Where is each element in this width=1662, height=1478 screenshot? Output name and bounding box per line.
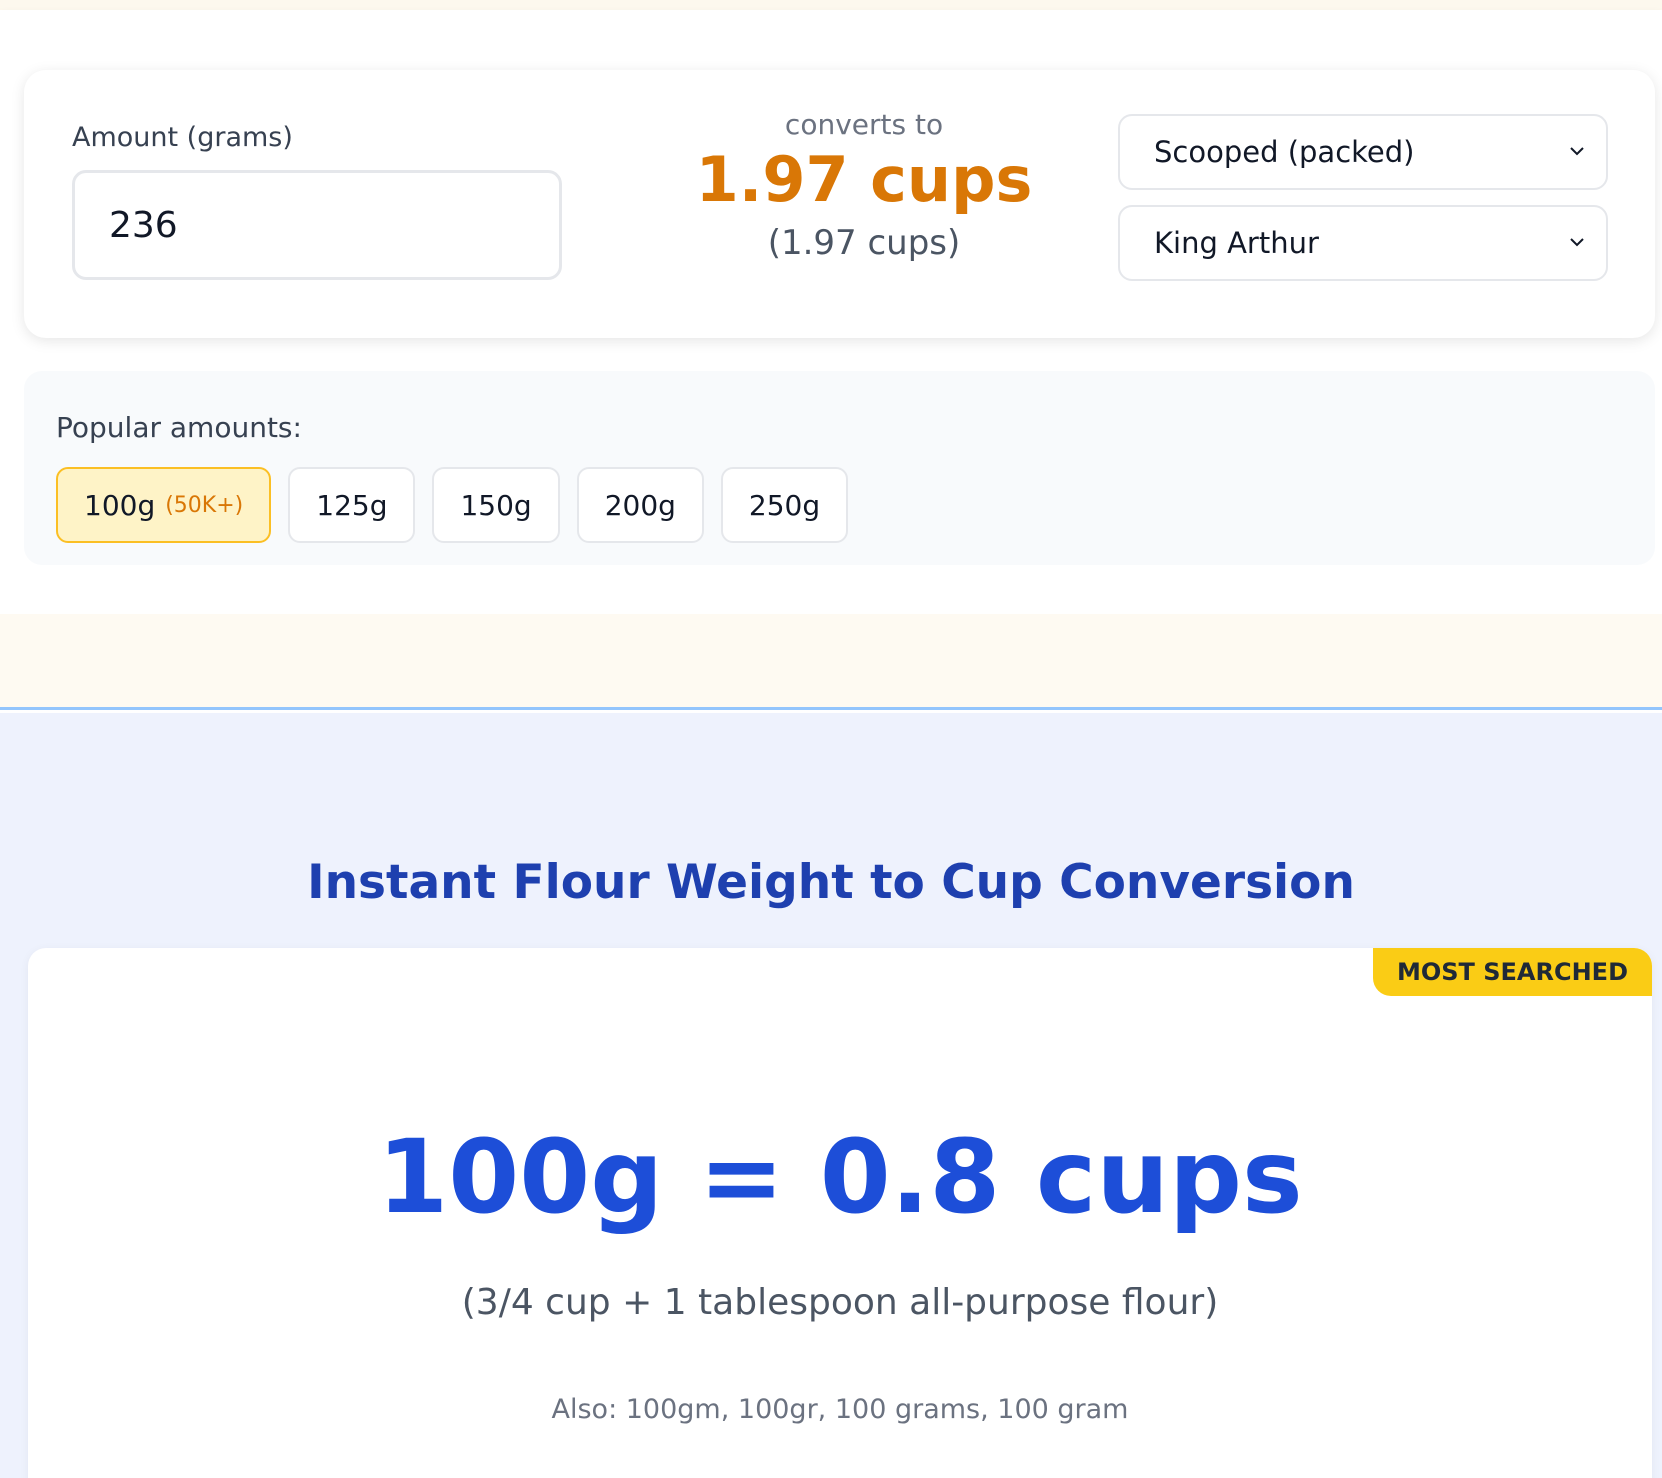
- conversion-result: converts to 1.97 cups (1.97 cups): [614, 108, 1114, 263]
- popular-amounts-panel: Popular amounts: 100g (50K+) 125g 150g 2…: [24, 371, 1655, 565]
- section-title: Instant Flour Weight to Cup Conversion: [307, 855, 1355, 910]
- popular-amounts-chips: 100g (50K+) 125g 150g 200g 250g: [56, 467, 849, 543]
- result-detail: (1.97 cups): [767, 223, 961, 264]
- section-divider: [0, 614, 1662, 710]
- converter-card: Amount (grams) converts to 1.97 cups (1.…: [24, 70, 1655, 338]
- quick-conversion-section: Instant Flour Weight to Cup Conversion M…: [0, 713, 1662, 1478]
- chevron-down-icon: [1570, 147, 1584, 156]
- chip-125g[interactable]: 125g: [288, 467, 416, 543]
- most-searched-badge: MOST SEARCHED: [1372, 948, 1652, 996]
- chip-200g[interactable]: 200g: [576, 467, 704, 543]
- chip-label: 250g: [748, 488, 821, 522]
- flour-brand-value: King Arthur: [1154, 226, 1319, 260]
- conversion-aliases: Also: 100gm, 100gr, 100 grams, 100 gram: [551, 1394, 1129, 1425]
- top-strip: [0, 0, 1662, 10]
- measure-method-select[interactable]: Scooped (packed): [1118, 114, 1608, 190]
- converter-section: Amount (grams) converts to 1.97 cups (1.…: [0, 10, 1662, 614]
- amount-input[interactable]: [72, 170, 562, 280]
- chip-250g[interactable]: 250g: [720, 467, 849, 543]
- flour-brand-select[interactable]: King Arthur: [1118, 205, 1608, 281]
- chip-label: 125g: [316, 488, 388, 522]
- chip-150g[interactable]: 150g: [432, 467, 560, 543]
- amount-label: Amount (grams): [72, 122, 293, 153]
- chip-100g[interactable]: 100g (50K+): [56, 467, 272, 543]
- chevron-down-icon: [1570, 238, 1584, 247]
- chip-label: 200g: [604, 488, 676, 522]
- conversion-equivalent: (3/4 cup + 1 tablespoon all-purpose flou…: [461, 1282, 1219, 1323]
- result-value: 1.97 cups: [695, 143, 1033, 216]
- chip-label: 150g: [460, 488, 532, 522]
- chip-label: 100g: [84, 488, 156, 522]
- popular-amounts-label: Popular amounts:: [56, 411, 302, 444]
- measure-method-value: Scooped (packed): [1154, 135, 1415, 169]
- converts-to-label: converts to: [784, 108, 944, 141]
- chip-popularity-badge: (50K+): [165, 492, 244, 518]
- conversion-equation: 100g = 0.8 cups: [377, 1118, 1303, 1237]
- most-searched-card: MOST SEARCHED 100g = 0.8 cups (3/4 cup +…: [28, 948, 1652, 1478]
